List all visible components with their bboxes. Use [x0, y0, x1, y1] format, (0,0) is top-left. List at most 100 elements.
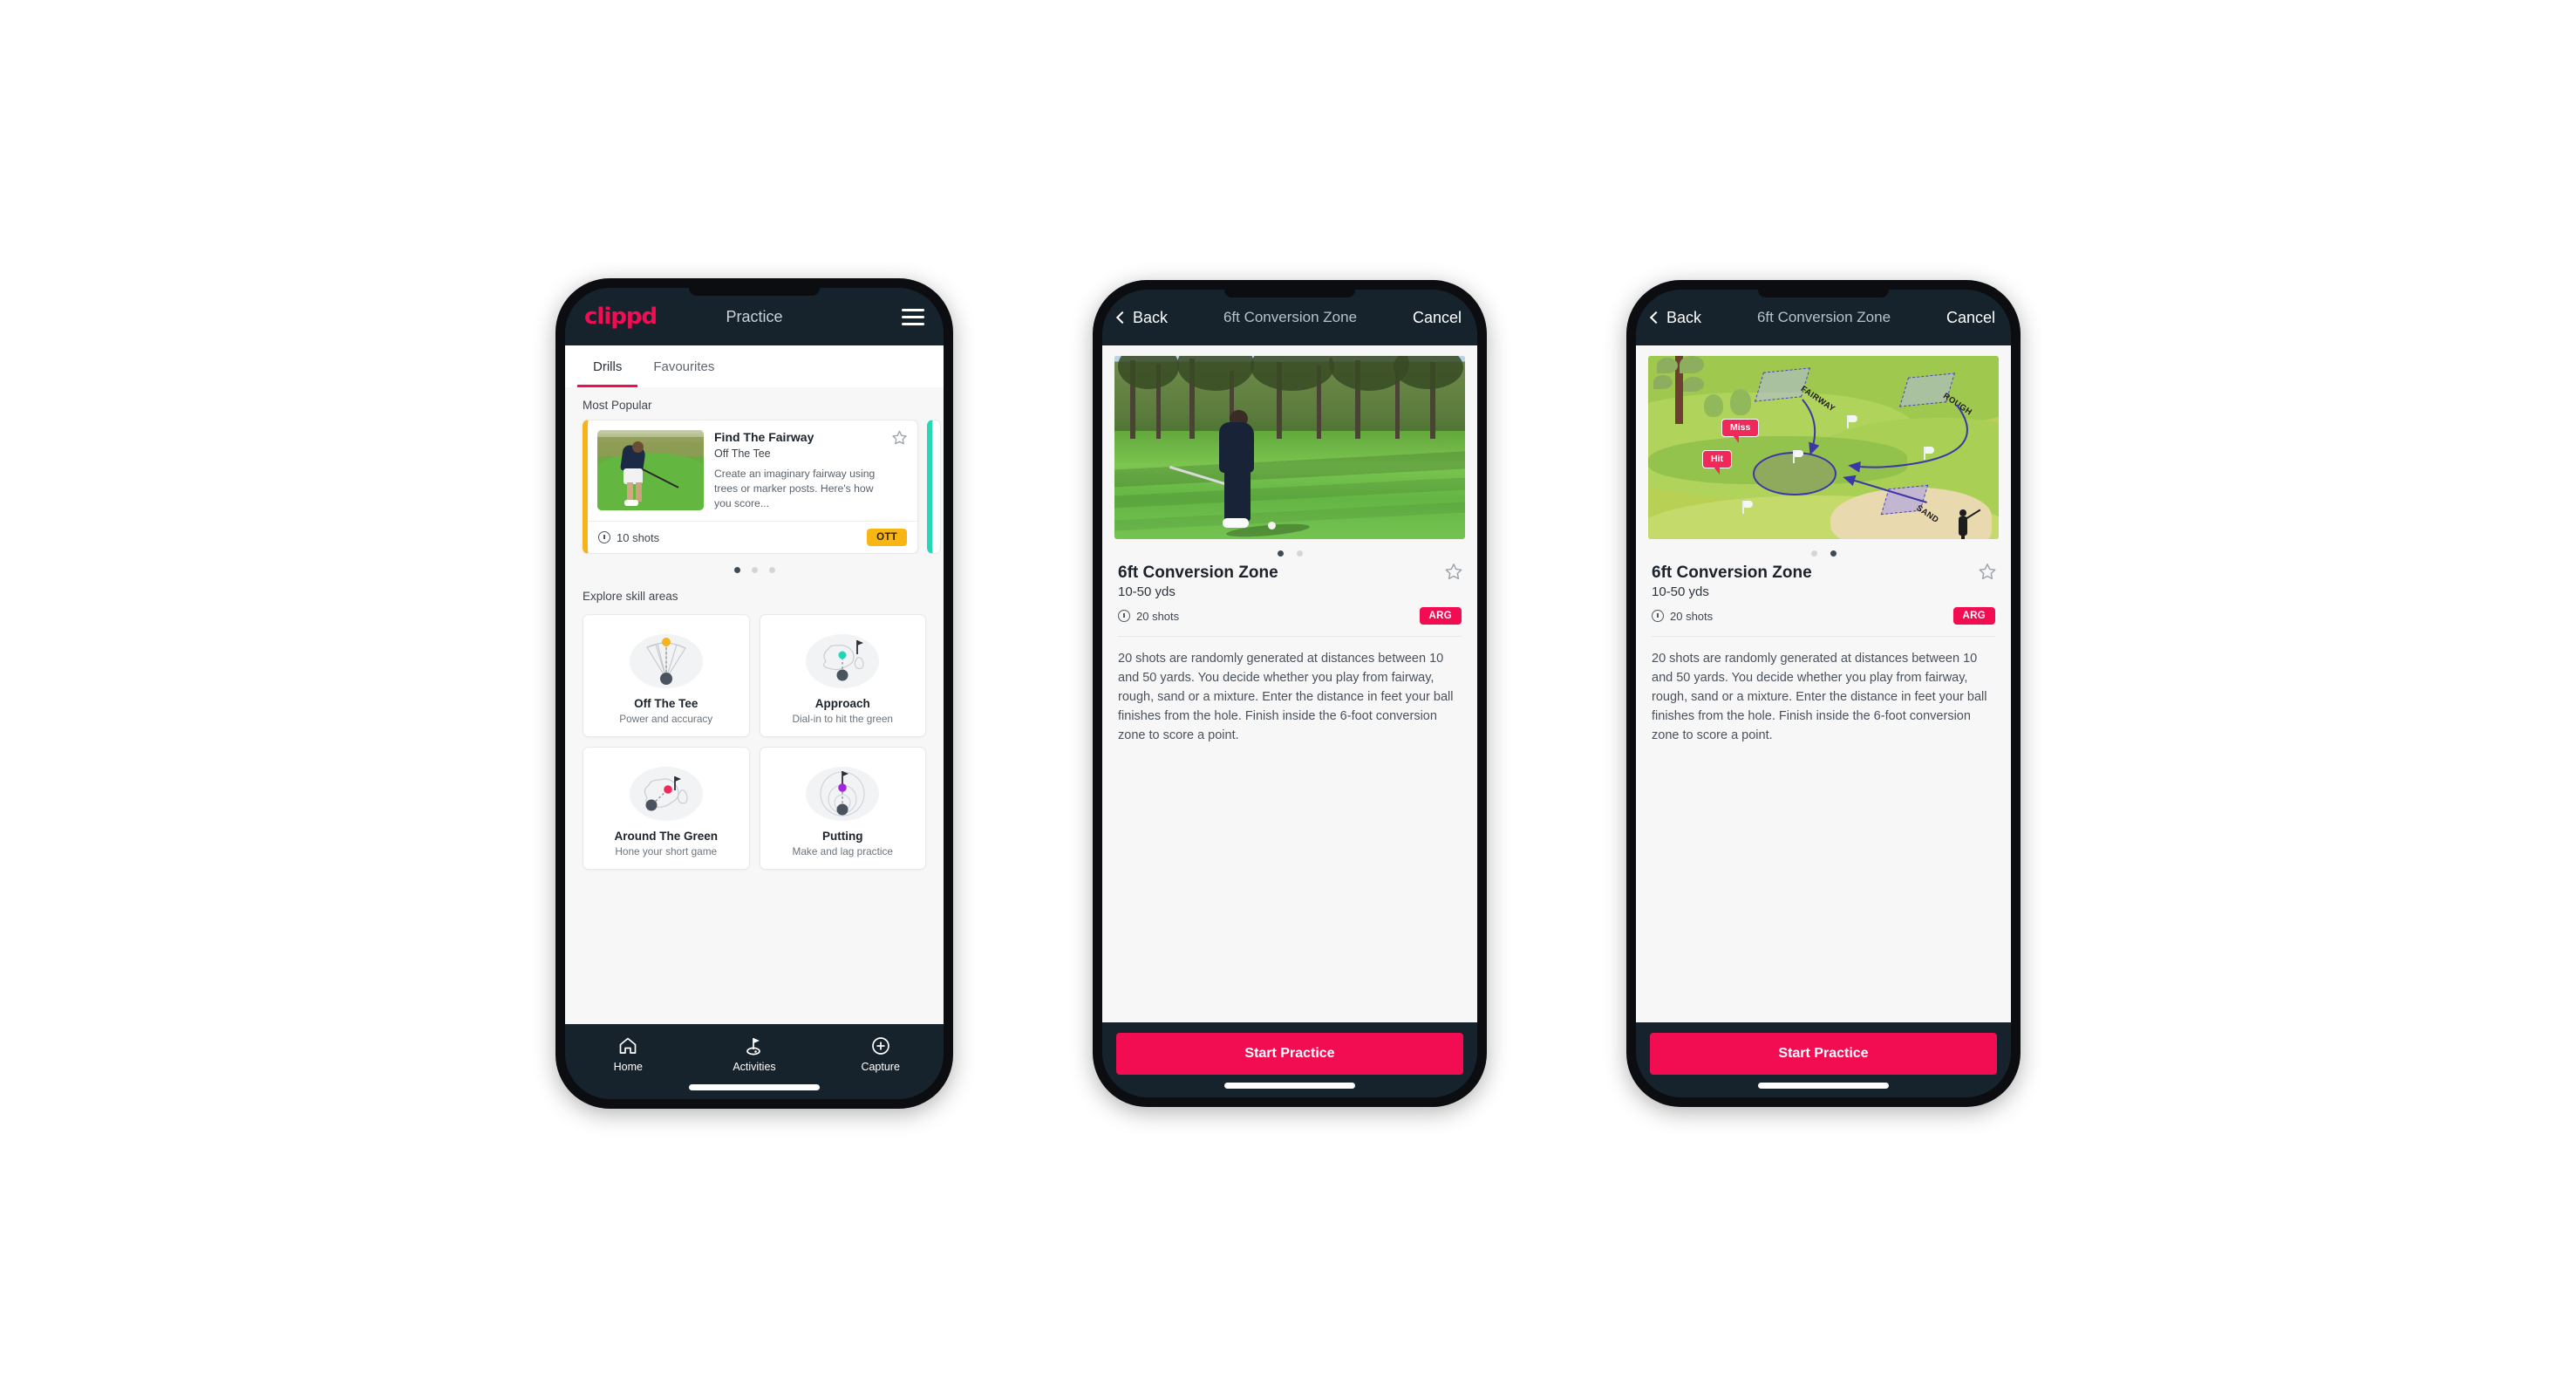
- star-outline-icon[interactable]: [1978, 562, 1997, 581]
- most-popular-label: Most Popular: [583, 399, 652, 412]
- back-label: Back: [1133, 308, 1169, 326]
- phone-mockup-drill-detail-photo: Back 6ft Conversion Zone Cancel 6ft Conv…: [1093, 280, 1487, 1107]
- cancel-button[interactable]: Cancel: [1413, 309, 1462, 327]
- nav-item-capture[interactable]: Capture: [817, 1035, 944, 1073]
- content-spacer: [1636, 745, 2011, 1022]
- nav-item-home[interactable]: Home: [565, 1035, 692, 1073]
- result-tag-hit: Hit: [1702, 450, 1732, 475]
- practice-screen: Drills Favourites Most Popular Find The …: [565, 345, 944, 1024]
- hero-course-diagram[interactable]: FAIRWAY ROUGH SAND Miss Hit: [1648, 356, 1999, 539]
- star-outline-icon[interactable]: [891, 429, 908, 446]
- chevron-left-icon: [1649, 311, 1663, 325]
- drill-thumbnail: [597, 430, 704, 510]
- home-icon: [565, 1035, 692, 1057]
- drill-subtitle: Off The Tee: [714, 447, 771, 460]
- drill-detail-range: 10-50 yds: [1652, 584, 1709, 599]
- skill-name: Approach: [814, 697, 870, 711]
- drill-header: 6ft Conversion Zone 10-50 yds 20 shots A…: [1636, 560, 2011, 625]
- home-indicator: [1224, 1083, 1355, 1089]
- drill-detail-shots: 20 shots: [1118, 610, 1179, 623]
- device-notch: [1758, 290, 1889, 297]
- drill-detail-range: 10-50 yds: [1118, 584, 1176, 599]
- back-button[interactable]: Back: [1115, 308, 1169, 327]
- skill-card-around-the-green[interactable]: Around The Green Hone your short game: [583, 747, 750, 871]
- hero-photo[interactable]: [1114, 356, 1465, 539]
- skill-card-off-the-tee[interactable]: Off The Tee Power and accuracy: [583, 614, 750, 738]
- hamburger-icon[interactable]: [902, 308, 924, 325]
- tab-bar: Drills Favourites: [565, 345, 944, 387]
- skill-badge-arg: ARG: [1952, 607, 1995, 625]
- tab-favourites[interactable]: Favourites: [637, 345, 730, 387]
- start-practice-button[interactable]: Start Practice: [1116, 1033, 1463, 1075]
- carousel-dot-3[interactable]: [768, 567, 775, 574]
- around-green-icon: [590, 758, 742, 826]
- drill-detail-screen: 6ft Conversion Zone 10-50 yds 20 shots A…: [1102, 345, 1477, 1022]
- skill-areas-grid: Off The Tee Power and accuracy Approach …: [565, 611, 944, 884]
- nav-label: Home: [613, 1061, 643, 1073]
- golf-flag-icon: [692, 1035, 818, 1057]
- skill-desc: Power and accuracy: [619, 713, 713, 726]
- hero-dot-2[interactable]: [1296, 550, 1303, 557]
- carousel-dot-2[interactable]: [751, 567, 758, 574]
- golf-ball: [1268, 522, 1276, 530]
- skill-name: Putting: [822, 830, 863, 844]
- skill-desc: Dial-in to hit the green: [792, 713, 893, 726]
- clock-icon: [598, 531, 610, 544]
- hero-carousel-dots: [1636, 539, 2011, 560]
- drill-shots-label: 10 shots: [617, 530, 660, 544]
- detail-navbar: Back 6ft Conversion Zone Cancel: [1636, 290, 2011, 345]
- result-tag-miss: Miss: [1721, 419, 1760, 443]
- skill-areas-label: Explore skill areas: [583, 590, 678, 604]
- hero-carousel-dots: [1102, 539, 1477, 560]
- hero-dot-1[interactable]: [1277, 550, 1284, 557]
- content-spacer: [1102, 745, 1477, 1022]
- tree-line: [1114, 356, 1465, 439]
- skill-desc: Make and lag practice: [792, 845, 893, 858]
- clippd-logo[interactable]: clippd: [584, 304, 658, 330]
- drill-header: 6ft Conversion Zone 10-50 yds 20 shots A…: [1102, 560, 1477, 625]
- hero-dot-2[interactable]: [1830, 550, 1837, 557]
- course-illustration: FAIRWAY ROUGH SAND Miss Hit: [1648, 356, 1999, 539]
- carousel-dot-1[interactable]: [733, 567, 740, 574]
- tab-drills[interactable]: Drills: [577, 345, 638, 387]
- drill-card[interactable]: Find The Fairway Off The Tee Create an i…: [583, 420, 918, 555]
- drill-shots: 10 shots: [598, 531, 659, 544]
- drill-detail-description: 20 shots are randomly generated at dista…: [1652, 652, 1987, 743]
- skill-desc: Hone your short game: [615, 845, 718, 858]
- drill-shots-label: 20 shots: [1136, 609, 1180, 623]
- phone-mockup-drill-detail-diagram: Back 6ft Conversion Zone Cancel FAIRWAY …: [1626, 280, 2021, 1107]
- drill-detail-title: 6ft Conversion Zone: [1118, 564, 1278, 582]
- detail-navbar: Back 6ft Conversion Zone Cancel: [1102, 290, 1477, 345]
- phone-mockup-practice-list: clippd Practice Drills Favourites Most P…: [555, 278, 953, 1109]
- nav-item-activities[interactable]: Activities: [692, 1035, 818, 1073]
- drill-detail-title: 6ft Conversion Zone: [1652, 564, 1812, 582]
- nav-label: Activities: [733, 1061, 776, 1073]
- back-label: Back: [1666, 308, 1702, 326]
- device-notch: [1224, 290, 1355, 297]
- navbar-title: 6ft Conversion Zone: [1756, 309, 1891, 325]
- shot-trajectory-arrows: [1802, 399, 1968, 503]
- drill-detail-description: 20 shots are randomly generated at dista…: [1118, 652, 1454, 743]
- app-header: clippd Practice: [565, 288, 944, 345]
- carousel-dots: [565, 554, 944, 578]
- approach-green-icon: [767, 625, 919, 694]
- back-button[interactable]: Back: [1649, 308, 1702, 327]
- drill-carousel[interactable]: Find The Fairway Off The Tee Create an i…: [565, 420, 944, 555]
- skill-name: Off The Tee: [634, 697, 699, 711]
- drill-detail-screen: FAIRWAY ROUGH SAND Miss Hit 6ft Conversi…: [1636, 345, 2011, 1022]
- star-outline-icon[interactable]: [1444, 562, 1463, 581]
- skill-card-putting[interactable]: Putting Make and lag practice: [759, 747, 926, 871]
- drill-shots-label: 20 shots: [1670, 609, 1714, 623]
- start-practice-button[interactable]: Start Practice: [1650, 1033, 1997, 1075]
- putting-rings-icon: [767, 758, 919, 826]
- drill-card-next-peek[interactable]: [927, 420, 941, 555]
- home-indicator: [689, 1084, 820, 1090]
- skill-card-approach[interactable]: Approach Dial-in to hit the green: [759, 614, 926, 738]
- hero-dot-1[interactable]: [1810, 550, 1817, 557]
- drill-title: Find The Fairway: [714, 430, 814, 444]
- tee-fan-icon: [590, 625, 742, 694]
- cancel-button[interactable]: Cancel: [1946, 309, 1995, 327]
- clock-icon: [1652, 610, 1664, 622]
- skill-badge-arg: ARG: [1419, 607, 1462, 625]
- chevron-left-icon: [1115, 311, 1129, 325]
